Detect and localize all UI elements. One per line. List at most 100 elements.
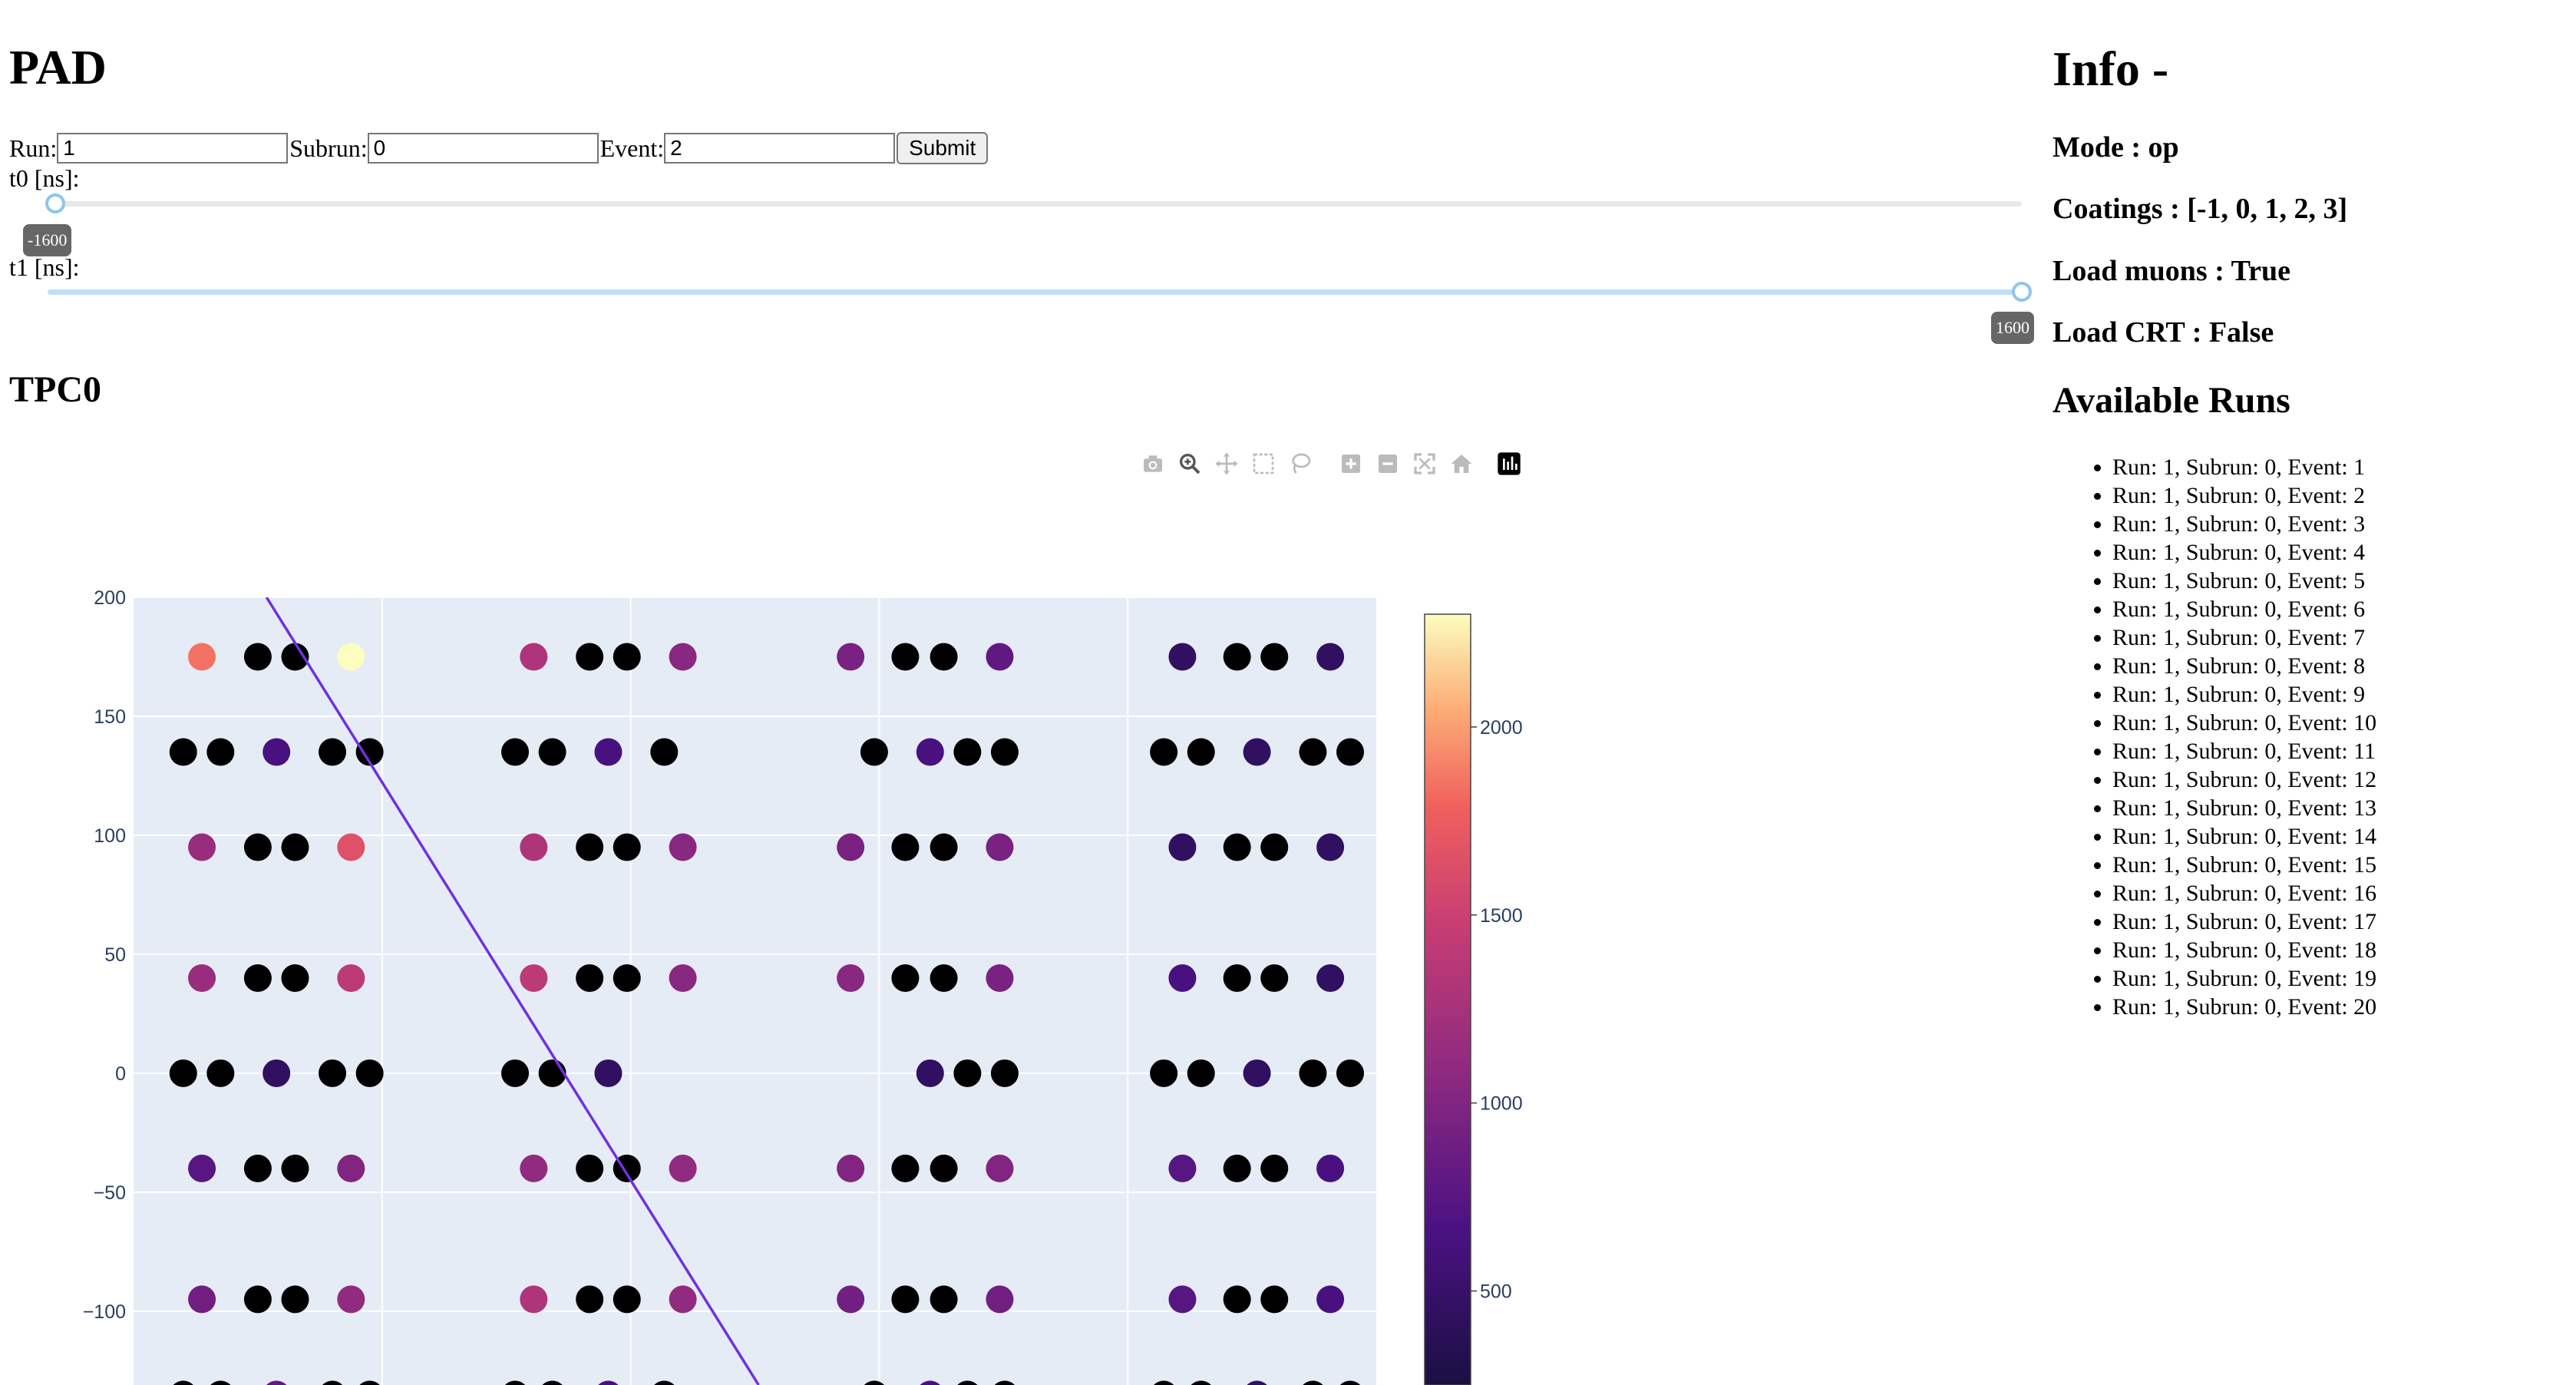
hit-marker (263, 1059, 291, 1087)
run-list-item: Run: 1, Subrun: 0, Event: 17 (2112, 907, 2376, 936)
zoom-out-icon[interactable] (1374, 450, 1402, 478)
runs-list: Run: 1, Subrun: 0, Event: 1 Run: 1, Subru… (2091, 453, 2376, 1021)
y-tick-label: 50 (104, 944, 126, 966)
hit-marker (281, 964, 309, 992)
hit-marker (1316, 643, 1345, 671)
hit-marker (576, 1285, 604, 1314)
hit-marker (1223, 1154, 1251, 1182)
hit-marker (243, 964, 272, 992)
lasso-select-icon[interactable] (1286, 450, 1314, 478)
run-list-item: Run: 1, Subrun: 0, Event: 6 (2112, 595, 2376, 623)
hit-marker (337, 964, 365, 992)
hit-marker (891, 1154, 920, 1182)
hit-marker (1223, 833, 1251, 861)
hit-marker (613, 833, 641, 861)
hit-marker (1316, 1154, 1345, 1182)
t1-slider-track[interactable] (48, 289, 2022, 295)
hit-marker (891, 964, 920, 992)
box-select-icon[interactable] (1250, 450, 1277, 478)
plotly-logo-icon[interactable] (1495, 450, 1523, 478)
plot-area (134, 597, 1376, 1385)
pan-icon[interactable] (1213, 450, 1240, 478)
hit-marker (594, 1059, 623, 1087)
hit-marker (669, 643, 697, 671)
hit-marker (337, 833, 365, 861)
hit-marker (1243, 1059, 1271, 1087)
plot-modebar (1139, 447, 1532, 481)
y-tick-label: −50 (94, 1182, 126, 1204)
run-list-item: Run: 1, Subrun: 0, Event: 4 (2112, 538, 2376, 567)
subrun-input[interactable] (367, 133, 599, 164)
hit-marker (1223, 643, 1251, 671)
reset-axes-icon[interactable] (1448, 450, 1475, 478)
hit-marker (206, 738, 235, 766)
hit-marker (1316, 1285, 1345, 1314)
hit-marker (669, 1285, 697, 1314)
y-tick-label: 0 (115, 1063, 126, 1085)
hit-marker (930, 643, 958, 671)
zoom-in-icon[interactable] (1337, 450, 1365, 478)
event-input[interactable] (664, 133, 896, 164)
t0-value-tooltip: -1600 (23, 224, 72, 256)
hit-marker (243, 1154, 272, 1182)
hit-marker (860, 738, 888, 766)
hit-marker (169, 738, 197, 766)
hit-marker (837, 643, 865, 671)
hit-marker (669, 1154, 697, 1182)
run-list-item: Run: 1, Subrun: 0, Event: 1 (2112, 453, 2376, 481)
info-panel: Info - Mode : op Coatings : [-1, 0, 1, 2… (2053, 0, 2559, 1385)
hit-marker (1316, 833, 1345, 861)
hit-marker (953, 1059, 982, 1087)
hit-marker (986, 1154, 1014, 1182)
t0-label: t0 [ns]: (9, 164, 80, 192)
t1-slider-handle[interactable] (2012, 282, 2032, 302)
hit-marker (916, 1059, 944, 1087)
hit-marker (594, 738, 623, 766)
hit-marker (1336, 738, 1365, 766)
hit-marker (930, 833, 958, 861)
hit-marker (243, 833, 272, 861)
run-list-item: Run: 1, Subrun: 0, Event: 12 (2112, 765, 2376, 794)
hit-marker (206, 1059, 235, 1087)
hit-marker (1336, 1059, 1365, 1087)
hit-marker (1299, 738, 1327, 766)
hit-marker (1168, 1285, 1197, 1314)
hit-marker (837, 1154, 865, 1182)
autoscale-icon[interactable] (1411, 450, 1438, 478)
run-list-item: Run: 1, Subrun: 0, Event: 7 (2112, 623, 2376, 652)
run-list-item: Run: 1, Subrun: 0, Event: 16 (2112, 879, 2376, 907)
hit-marker (337, 1154, 365, 1182)
hit-marker (538, 1059, 566, 1087)
run-input[interactable] (57, 133, 289, 164)
hit-marker (188, 1154, 216, 1182)
colorbar-tick-label: 500 (1480, 1281, 1512, 1303)
hit-marker (1168, 833, 1197, 861)
info-title: Info - (2053, 41, 2169, 96)
load-crt-info: Load CRT : False (2053, 316, 2274, 349)
hit-marker (1260, 1285, 1289, 1314)
hit-marker (1243, 738, 1271, 766)
hit-marker (986, 833, 1014, 861)
hit-marker (501, 738, 530, 766)
submit-button[interactable]: Submit (897, 132, 989, 164)
hit-marker (337, 1285, 365, 1314)
run-list-item: Run: 1, Subrun: 0, Event: 9 (2112, 680, 2376, 709)
run-list-item: Run: 1, Subrun: 0, Event: 20 (2112, 993, 2376, 1021)
t0-slider-track[interactable] (48, 201, 2022, 207)
hit-marker (1223, 1285, 1251, 1314)
tpc0-scatter-plot[interactable]: 200150100500−50−100 200015001000500 (9, 568, 1560, 1385)
hit-marker (837, 833, 865, 861)
run-list-item: Run: 1, Subrun: 0, Event: 5 (2112, 567, 2376, 595)
run-list-item: Run: 1, Subrun: 0, Event: 8 (2112, 652, 2376, 680)
camera-icon[interactable] (1139, 450, 1167, 478)
hit-marker (188, 643, 216, 671)
hit-marker (837, 1285, 865, 1314)
hit-marker (837, 964, 865, 992)
hit-marker (1168, 964, 1197, 992)
t0-slider-handle[interactable] (45, 193, 65, 213)
hit-marker (1260, 1154, 1289, 1182)
hit-marker (281, 1154, 309, 1182)
run-list-item: Run: 1, Subrun: 0, Event: 13 (2112, 794, 2376, 822)
zoom-icon[interactable] (1176, 450, 1204, 478)
hit-marker (576, 964, 604, 992)
